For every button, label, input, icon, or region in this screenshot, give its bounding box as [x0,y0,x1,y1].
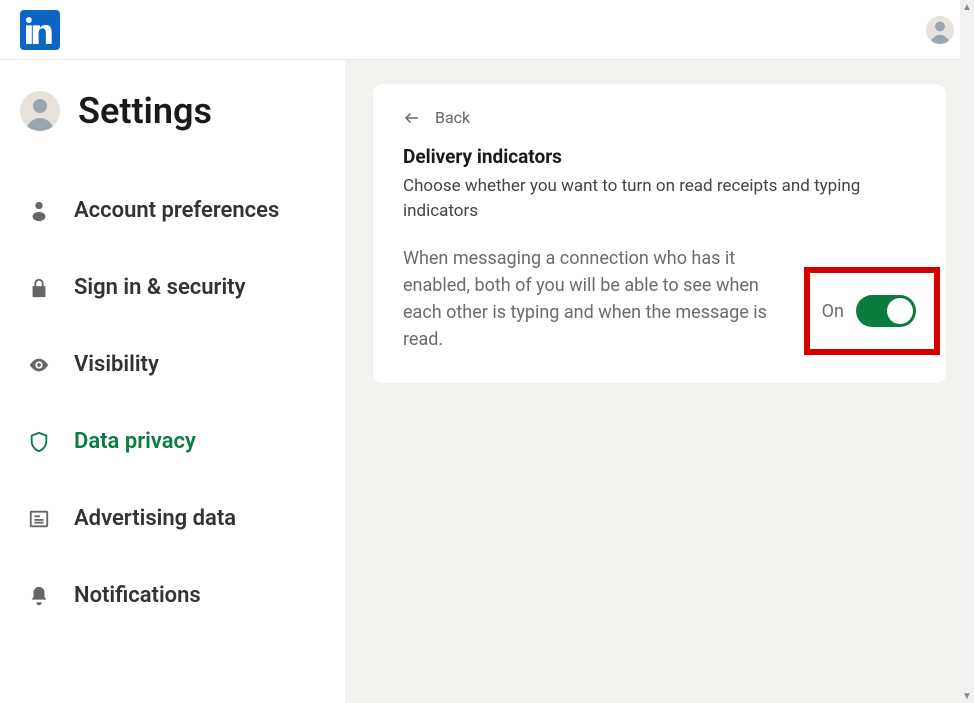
sidebar-item-label: Advertising data [74,506,236,531]
sidebar-item-account-preferences[interactable]: Account preferences [20,172,325,249]
back-label: Back [435,108,470,127]
sidebar-item-advertising-data[interactable]: Advertising data [20,480,325,557]
shield-icon [26,431,52,453]
sidebar-item-label: Account preferences [74,198,279,223]
linkedin-logo[interactable] [20,10,60,50]
toggle-knob [887,298,913,324]
settings-sidebar: Settings Account preferences Sign in & s… [0,60,345,703]
arrow-left-icon [403,109,421,127]
sidebar-item-label: Data privacy [74,429,196,454]
sidebar-item-label: Visibility [74,352,159,377]
toggle-description: When messaging a connection who has it e… [403,245,773,353]
scroll-down-icon: ▼ [960,689,974,703]
sidebar-item-notifications[interactable]: Notifications [20,557,325,634]
sidebar-item-label: Notifications [74,583,201,608]
vertical-scrollbar[interactable]: ▲ ▼ [960,0,974,703]
linkedin-icon [26,16,54,44]
sidebar-item-sign-in-security[interactable]: Sign in & security [20,249,325,326]
delivery-indicators-toggle[interactable] [856,295,916,327]
top-header [0,0,974,60]
section-subtitle: Choose whether you want to turn on read … [403,174,863,223]
bell-icon [26,585,52,607]
settings-card: Back Delivery indicators Choose whether … [373,84,946,383]
scroll-up-icon: ▲ [960,0,974,14]
sidebar-avatar[interactable] [20,91,60,131]
sidebar-item-label: Sign in & security [74,275,246,300]
main-content: Back Delivery indicators Choose whether … [345,60,974,703]
sidebar-item-data-privacy[interactable]: Data privacy [20,403,325,480]
toggle-highlight-box: On [804,267,940,355]
eye-icon [26,354,52,376]
back-button[interactable]: Back [403,108,470,127]
settings-nav: Account preferences Sign in & security V… [20,172,325,634]
profile-avatar[interactable] [926,16,954,44]
avatar-icon [20,91,60,131]
sidebar-header: Settings [20,90,325,132]
avatar-icon [926,16,954,44]
person-icon [26,200,52,222]
toggle-state-label: On [822,301,844,322]
lock-icon [26,277,52,299]
sidebar-item-visibility[interactable]: Visibility [20,326,325,403]
toggle-row: When messaging a connection who has it e… [403,245,916,353]
section-title: Delivery indicators [403,145,916,168]
newspaper-icon [26,508,52,530]
page-title: Settings [78,90,212,132]
